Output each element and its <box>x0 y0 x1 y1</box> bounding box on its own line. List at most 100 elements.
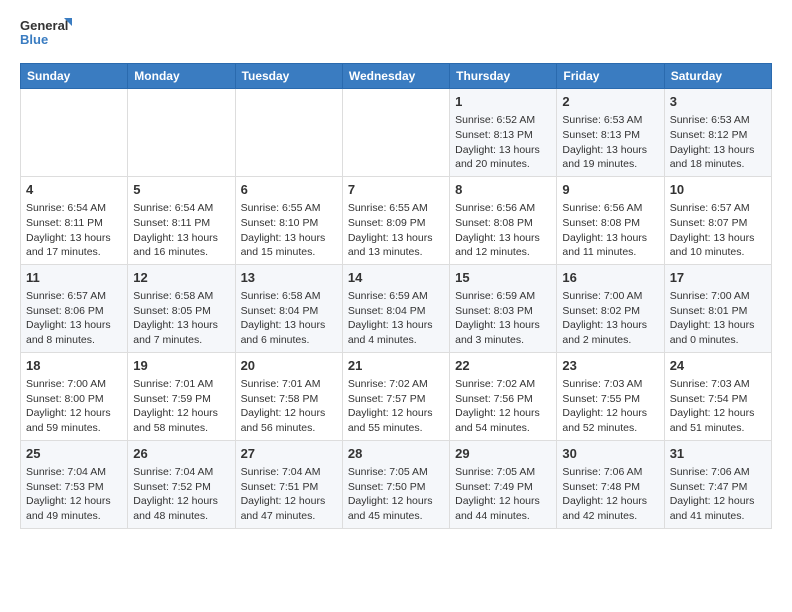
day-number: 1 <box>455 93 551 111</box>
day-number: 19 <box>133 357 229 375</box>
day-number: 8 <box>455 181 551 199</box>
day-number: 20 <box>241 357 337 375</box>
column-header-wednesday: Wednesday <box>342 64 449 89</box>
day-info: Sunrise: 6:57 AMSunset: 8:07 PMDaylight:… <box>670 201 766 260</box>
day-info: Sunrise: 6:58 AMSunset: 8:05 PMDaylight:… <box>133 289 229 348</box>
logo-icon: GeneralBlue <box>20 16 80 51</box>
page-header: GeneralBlue <box>20 16 772 51</box>
day-info: Sunrise: 7:04 AMSunset: 7:51 PMDaylight:… <box>241 465 337 524</box>
day-info: Sunrise: 6:53 AMSunset: 8:13 PMDaylight:… <box>562 113 658 172</box>
calendar-cell <box>128 89 235 177</box>
day-info: Sunrise: 7:05 AMSunset: 7:50 PMDaylight:… <box>348 465 444 524</box>
day-info: Sunrise: 6:59 AMSunset: 8:04 PMDaylight:… <box>348 289 444 348</box>
day-number: 12 <box>133 269 229 287</box>
column-header-thursday: Thursday <box>450 64 557 89</box>
day-info: Sunrise: 6:54 AMSunset: 8:11 PMDaylight:… <box>133 201 229 260</box>
calendar-cell: 1 Sunrise: 6:52 AMSunset: 8:13 PMDaylight… <box>450 89 557 177</box>
day-info: Sunrise: 7:02 AMSunset: 7:57 PMDaylight:… <box>348 377 444 436</box>
calendar-cell: 24 Sunrise: 7:03 AMSunset: 7:54 PMDayligh… <box>664 352 771 440</box>
calendar-cell: 4 Sunrise: 6:54 AMSunset: 8:11 PMDaylight… <box>21 176 128 264</box>
day-number: 10 <box>670 181 766 199</box>
day-info: Sunrise: 6:53 AMSunset: 8:12 PMDaylight:… <box>670 113 766 172</box>
day-info: Sunrise: 6:55 AMSunset: 8:10 PMDaylight:… <box>241 201 337 260</box>
logo: GeneralBlue <box>20 16 80 51</box>
calendar-table: SundayMondayTuesdayWednesdayThursdayFrid… <box>20 63 772 529</box>
day-number: 16 <box>562 269 658 287</box>
day-number: 28 <box>348 445 444 463</box>
day-number: 3 <box>670 93 766 111</box>
calendar-cell: 6 Sunrise: 6:55 AMSunset: 8:10 PMDaylight… <box>235 176 342 264</box>
calendar-cell: 25 Sunrise: 7:04 AMSunset: 7:53 PMDayligh… <box>21 440 128 528</box>
calendar-cell <box>21 89 128 177</box>
calendar-week-row: 25 Sunrise: 7:04 AMSunset: 7:53 PMDayligh… <box>21 440 772 528</box>
calendar-cell: 14 Sunrise: 6:59 AMSunset: 8:04 PMDayligh… <box>342 264 449 352</box>
calendar-cell: 29 Sunrise: 7:05 AMSunset: 7:49 PMDayligh… <box>450 440 557 528</box>
calendar-cell: 13Sunrise: 6:58 AMSunset: 8:04 PMDayligh… <box>235 264 342 352</box>
day-info: Sunrise: 7:03 AMSunset: 7:55 PMDaylight:… <box>562 377 658 436</box>
day-info: Sunrise: 6:56 AMSunset: 8:08 PMDaylight:… <box>455 201 551 260</box>
day-number: 15 <box>455 269 551 287</box>
calendar-cell: 12 Sunrise: 6:58 AMSunset: 8:05 PMDayligh… <box>128 264 235 352</box>
day-info: Sunrise: 7:06 AMSunset: 7:47 PMDaylight:… <box>670 465 766 524</box>
day-info: Sunrise: 7:01 AMSunset: 7:58 PMDaylight:… <box>241 377 337 436</box>
calendar-cell: 20 Sunrise: 7:01 AMSunset: 7:58 PMDayligh… <box>235 352 342 440</box>
calendar-cell: 15Sunrise: 6:59 AMSunset: 8:03 PMDayligh… <box>450 264 557 352</box>
day-number: 4 <box>26 181 122 199</box>
day-number: 30 <box>562 445 658 463</box>
column-header-tuesday: Tuesday <box>235 64 342 89</box>
day-info: Sunrise: 7:00 AMSunset: 8:02 PMDaylight:… <box>562 289 658 348</box>
day-info: Sunrise: 6:52 AMSunset: 8:13 PMDaylight:… <box>455 113 551 172</box>
day-info: Sunrise: 7:06 AMSunset: 7:48 PMDaylight:… <box>562 465 658 524</box>
day-number: 23 <box>562 357 658 375</box>
calendar-week-row: 4 Sunrise: 6:54 AMSunset: 8:11 PMDaylight… <box>21 176 772 264</box>
day-info: Sunrise: 7:00 AMSunset: 8:01 PMDaylight:… <box>670 289 766 348</box>
day-number: 13 <box>241 269 337 287</box>
day-number: 17 <box>670 269 766 287</box>
day-number: 27 <box>241 445 337 463</box>
day-number: 31 <box>670 445 766 463</box>
day-info: Sunrise: 7:03 AMSunset: 7:54 PMDaylight:… <box>670 377 766 436</box>
day-number: 9 <box>562 181 658 199</box>
day-info: Sunrise: 6:54 AMSunset: 8:11 PMDaylight:… <box>26 201 122 260</box>
day-info: Sunrise: 7:00 AMSunset: 8:00 PMDaylight:… <box>26 377 122 436</box>
calendar-cell: 30 Sunrise: 7:06 AMSunset: 7:48 PMDayligh… <box>557 440 664 528</box>
day-number: 2 <box>562 93 658 111</box>
calendar-cell <box>342 89 449 177</box>
calendar-cell: 22Sunrise: 7:02 AMSunset: 7:56 PMDayligh… <box>450 352 557 440</box>
day-info: Sunrise: 7:05 AMSunset: 7:49 PMDaylight:… <box>455 465 551 524</box>
day-number: 11 <box>26 269 122 287</box>
day-number: 25 <box>26 445 122 463</box>
svg-text:Blue: Blue <box>20 32 48 47</box>
calendar-header-row: SundayMondayTuesdayWednesdayThursdayFrid… <box>21 64 772 89</box>
day-info: Sunrise: 6:57 AMSunset: 8:06 PMDaylight:… <box>26 289 122 348</box>
day-number: 26 <box>133 445 229 463</box>
calendar-cell: 27 Sunrise: 7:04 AMSunset: 7:51 PMDayligh… <box>235 440 342 528</box>
day-number: 22 <box>455 357 551 375</box>
day-number: 5 <box>133 181 229 199</box>
day-info: Sunrise: 7:04 AMSunset: 7:52 PMDaylight:… <box>133 465 229 524</box>
calendar-cell <box>235 89 342 177</box>
calendar-cell: 31 Sunrise: 7:06 AMSunset: 7:47 PMDayligh… <box>664 440 771 528</box>
day-number: 6 <box>241 181 337 199</box>
day-info: Sunrise: 6:56 AMSunset: 8:08 PMDaylight:… <box>562 201 658 260</box>
day-number: 18 <box>26 357 122 375</box>
calendar-cell: 7 Sunrise: 6:55 AMSunset: 8:09 PMDaylight… <box>342 176 449 264</box>
calendar-cell: 11 Sunrise: 6:57 AMSunset: 8:06 PMDayligh… <box>21 264 128 352</box>
calendar-cell: 16 Sunrise: 7:00 AMSunset: 8:02 PMDayligh… <box>557 264 664 352</box>
day-number: 7 <box>348 181 444 199</box>
calendar-cell: 2 Sunrise: 6:53 AMSunset: 8:13 PMDaylight… <box>557 89 664 177</box>
calendar-cell: 8 Sunrise: 6:56 AMSunset: 8:08 PMDaylight… <box>450 176 557 264</box>
calendar-cell: 26 Sunrise: 7:04 AMSunset: 7:52 PMDayligh… <box>128 440 235 528</box>
day-number: 24 <box>670 357 766 375</box>
day-number: 29 <box>455 445 551 463</box>
calendar-cell: 5 Sunrise: 6:54 AMSunset: 8:11 PMDaylight… <box>128 176 235 264</box>
day-info: Sunrise: 7:04 AMSunset: 7:53 PMDaylight:… <box>26 465 122 524</box>
calendar-week-row: 1 Sunrise: 6:52 AMSunset: 8:13 PMDaylight… <box>21 89 772 177</box>
calendar-cell: 28 Sunrise: 7:05 AMSunset: 7:50 PMDayligh… <box>342 440 449 528</box>
column-header-monday: Monday <box>128 64 235 89</box>
day-number: 14 <box>348 269 444 287</box>
calendar-week-row: 18 Sunrise: 7:00 AMSunset: 8:00 PMDayligh… <box>21 352 772 440</box>
svg-text:General: General <box>20 18 68 33</box>
calendar-cell: 9 Sunrise: 6:56 AMSunset: 8:08 PMDaylight… <box>557 176 664 264</box>
day-info: Sunrise: 6:55 AMSunset: 8:09 PMDaylight:… <box>348 201 444 260</box>
